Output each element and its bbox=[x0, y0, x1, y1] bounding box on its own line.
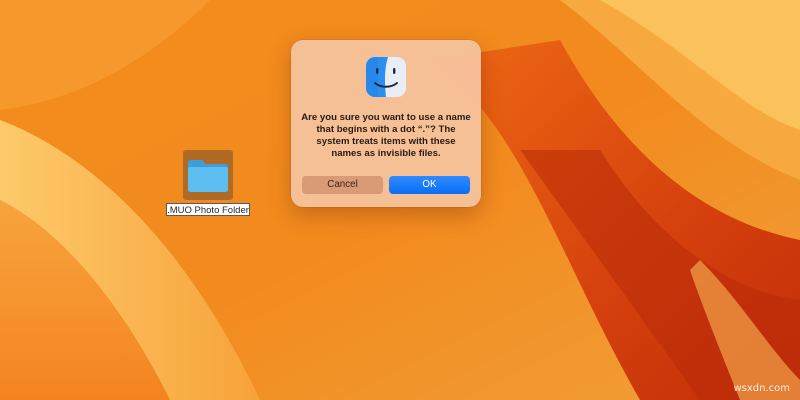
desktop: .MUO Photo Folder Are you sure you want … bbox=[0, 0, 800, 400]
cancel-button[interactable]: Cancel bbox=[302, 176, 383, 194]
folder-name-field[interactable]: .MUO Photo Folder bbox=[166, 203, 250, 216]
alert-dialog: Are you sure you want to use a name that… bbox=[291, 40, 481, 207]
ok-button[interactable]: OK bbox=[389, 176, 470, 194]
dialog-message: Are you sure you want to use a name that… bbox=[301, 112, 471, 159]
watermark: wsxdn.com bbox=[733, 383, 790, 394]
folder-icon bbox=[188, 160, 228, 192]
finder-icon bbox=[366, 57, 406, 97]
desktop-folder-item[interactable]: .MUO Photo Folder bbox=[166, 150, 250, 216]
